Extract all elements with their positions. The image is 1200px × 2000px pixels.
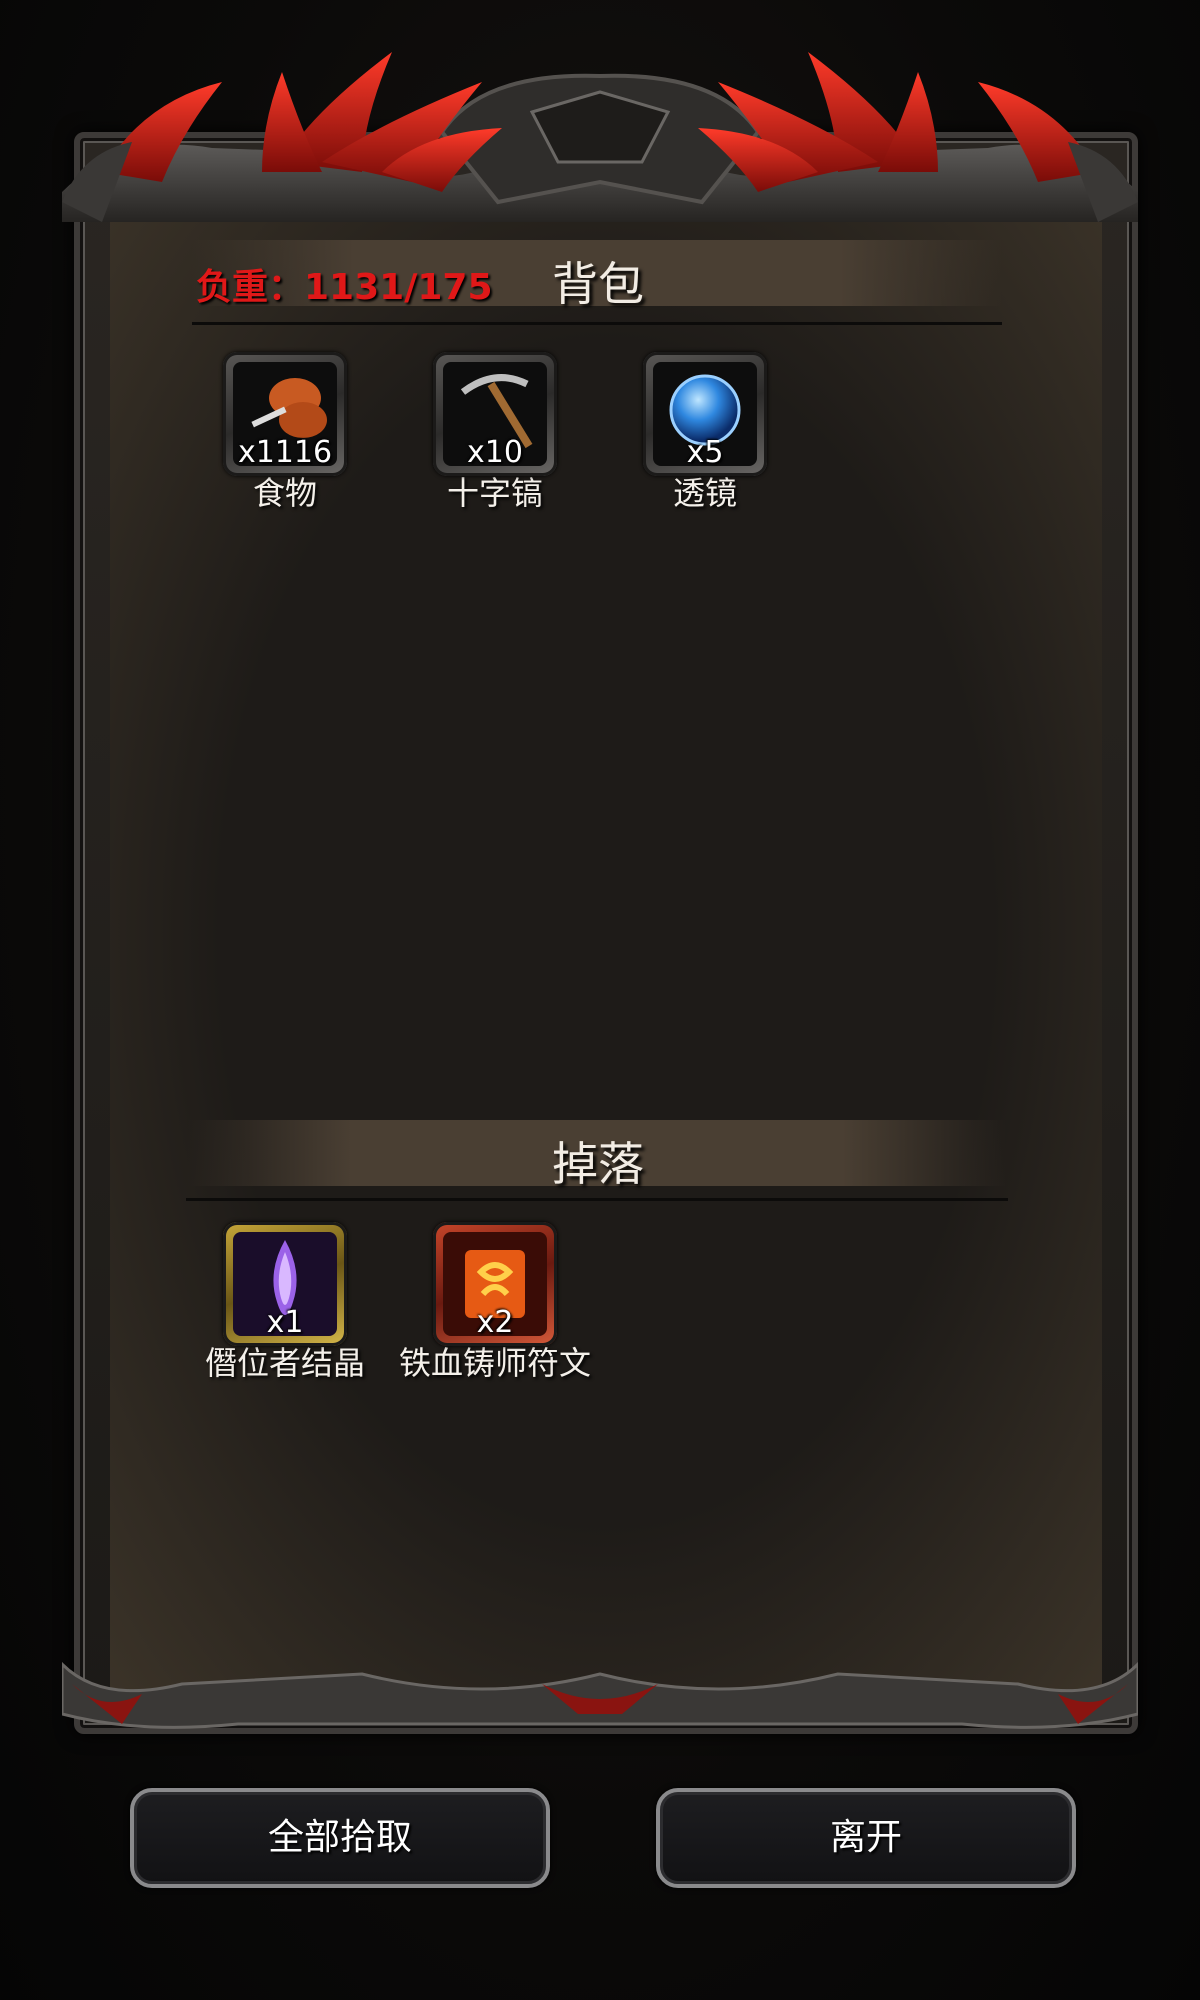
item-slot: x1116	[223, 352, 347, 476]
item-slot: x1	[223, 1222, 347, 1346]
drops-divider	[186, 1198, 1008, 1201]
backpack-item-food[interactable]: x1116 食物	[180, 352, 390, 516]
item-quantity: x5	[686, 435, 724, 470]
item-name: 食物	[252, 474, 317, 512]
loot-all-button[interactable]: 全部拾取	[130, 1788, 550, 1888]
item-slot: x2	[433, 1222, 557, 1346]
item-name: 僭位者结晶	[204, 1344, 365, 1382]
loot-panel: 负重：1131/175 背包 x1116 食物 x10 十字镐 x5 透镜 掉落…	[62, 52, 1138, 1734]
backpack-item-lens[interactable]: x5 透镜	[600, 352, 810, 516]
bottom-ornament-icon	[62, 1661, 1138, 1729]
drop-item-crystal[interactable]: x1 僭位者结晶	[180, 1222, 390, 1386]
item-name: 透镜	[672, 474, 737, 512]
item-quantity: x1	[266, 1305, 304, 1340]
drop-item-rune[interactable]: x2 铁血铸师符文	[390, 1222, 600, 1386]
top-ornament-icon	[62, 52, 1138, 222]
backpack-item-pickaxe[interactable]: x10 十字镐	[390, 352, 600, 516]
item-slot: x10	[433, 352, 557, 476]
drops-title: 掉落	[552, 1137, 644, 1191]
item-quantity: x2	[476, 1305, 514, 1340]
item-quantity: x10	[467, 435, 523, 470]
item-quantity: x1116	[237, 435, 333, 470]
item-slot: x5	[643, 352, 767, 476]
item-name: 铁血铸师符文	[398, 1344, 591, 1382]
leave-button[interactable]: 离开	[656, 1788, 1076, 1888]
item-name: 十字镐	[446, 474, 543, 512]
backpack-title: 背包	[552, 257, 644, 311]
backpack-divider	[192, 322, 1002, 325]
